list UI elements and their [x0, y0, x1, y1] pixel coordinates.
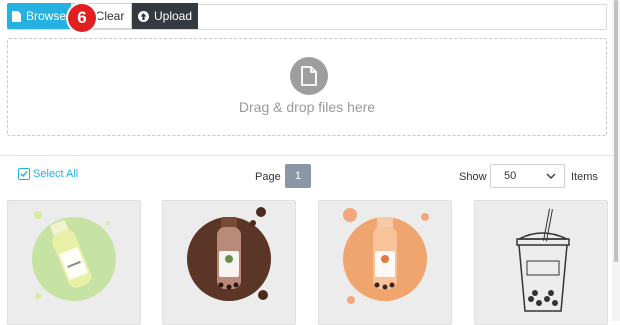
upload-button[interactable]: Upload — [132, 3, 198, 29]
drop-zone-text: Drag & drop files here — [238, 99, 376, 115]
upload-label: Upload — [153, 9, 193, 23]
orange-bottle-image — [343, 208, 429, 304]
page-label: Page — [255, 171, 281, 183]
green-bottle-image — [32, 211, 116, 301]
file-icon — [11, 10, 21, 22]
image-card-orange-bottle[interactable] — [318, 200, 452, 325]
page-button-current[interactable]: 1 — [285, 164, 311, 188]
scrollbar-thumb[interactable] — [614, 0, 618, 262]
chocolate-bottle-image — [187, 207, 271, 301]
browse-button[interactable]: Browse — [7, 3, 71, 29]
items-label: Items — [571, 171, 598, 183]
page-size-select[interactable]: 50 — [490, 164, 565, 188]
checkbox-checked-icon — [18, 168, 30, 180]
drop-zone[interactable]: Drag & drop files here — [7, 38, 607, 136]
select-all-label: Select All — [33, 168, 79, 180]
image-card-green-bottle[interactable] — [7, 200, 141, 325]
chevron-down-icon — [546, 173, 556, 180]
divider — [0, 155, 612, 156]
select-all-checkbox[interactable]: Select All — [18, 168, 78, 180]
image-card-chocolate-bottle[interactable] — [162, 200, 296, 325]
page-size-value: 50 — [504, 170, 517, 182]
show-label: Show — [459, 171, 487, 183]
file-icon — [290, 57, 328, 95]
step-badge: 6 — [68, 4, 96, 32]
bubble-tea-sketch-image — [516, 208, 570, 312]
browse-label: Browse — [25, 9, 66, 23]
upload-circle-icon — [137, 10, 149, 22]
image-card-bubble-tea-sketch[interactable] — [474, 200, 608, 325]
